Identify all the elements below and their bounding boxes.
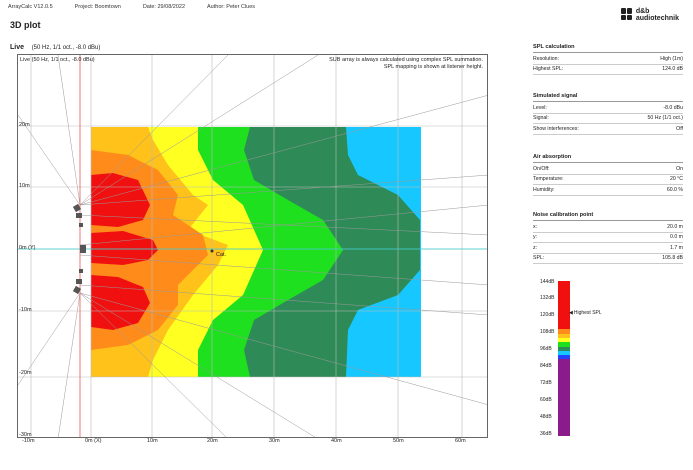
logo-line2: audiotechnik: [635, 15, 679, 22]
triangle-left-icon: ◀: [569, 310, 573, 316]
simulated-signal-title: Simulated signal: [533, 93, 683, 102]
row-label: y:: [533, 234, 538, 241]
scale-label-96: 96dB: [540, 346, 552, 352]
table-row: Resolution: High (1m): [533, 54, 683, 65]
air-absorption-title: Air absorption: [533, 154, 683, 163]
x-tick-60: 60m: [455, 438, 466, 444]
spl-color-map: [91, 127, 421, 377]
brand-logo: d&b audiotechnik: [620, 8, 679, 22]
y-tick-neg10: -10m: [19, 307, 32, 313]
row-value: 60.0 %: [666, 186, 683, 193]
x-tick-20: 20m: [207, 438, 218, 444]
cat-label: Cat.: [216, 252, 227, 258]
noise-calibration-title: Noise calibration point: [533, 212, 683, 221]
x-tick-30: 30m: [269, 438, 280, 444]
plot-name: Live: [10, 44, 25, 51]
scale-label-72: 72dB: [540, 380, 552, 386]
plot-note: SUB array is always calculated using com…: [329, 57, 483, 70]
row-label: Signal:: [533, 115, 549, 122]
table-row: Temperature: 20 °C: [533, 175, 683, 185]
app-version: ArrayCalc V12.0.5: [8, 4, 53, 10]
x-tick-50: 50m: [393, 438, 404, 444]
table-row: Level: -8.0 dBu: [533, 103, 683, 114]
x-tick-0: 0m (X): [85, 438, 102, 444]
plot-inner-label: Live (50 Hz, 1/1 oct., -8.0 dBu): [20, 57, 95, 63]
table-row: Humidity: 60.0 %: [533, 185, 683, 196]
report-header: ArrayCalc V12.0.5 Project: Boomtown Date…: [8, 4, 255, 16]
table-row: Show interferences: Off: [533, 124, 683, 135]
row-value: Off: [676, 125, 683, 132]
table-row: On/Off: On: [533, 164, 683, 175]
noise-calibration-point: [210, 249, 214, 253]
report-date: Date: 29/08/2022: [142, 4, 186, 10]
scale-label-48: 48dB: [540, 414, 552, 420]
row-label: Temperature:: [533, 176, 564, 183]
spl-calculation-panel: SPL calculation Resolution: High (1m) Hig…: [533, 44, 683, 75]
spl-plot[interactable]: Live (50 Hz, 1/1 oct., -8.0 dBu) SUB arr…: [17, 54, 488, 438]
plot-params: (50 Hz, 1/1 oct., -8.0 dBu): [31, 45, 101, 51]
scale-label-84: 84dB: [540, 363, 552, 369]
y-tick-10: 10m: [19, 183, 30, 189]
row-label: Resolution:: [533, 55, 559, 62]
x-tick-10: 10m: [147, 438, 158, 444]
x-tick-40: 40m: [331, 438, 342, 444]
plot-heading: Live (50 Hz, 1/1 oct., -8.0 dBu): [10, 44, 100, 51]
simulated-signal-panel: Simulated signal Level: -8.0 dBu Signal: 5…: [533, 93, 683, 135]
scale-label-108: 108dB: [540, 329, 555, 335]
spl-map-canvas: [18, 55, 487, 437]
scale-label-36: 36dB: [540, 431, 552, 437]
row-label: Highest SPL:: [533, 66, 564, 73]
logo-line1: d&b: [635, 8, 650, 15]
row-value: High (1m): [660, 55, 683, 62]
row-label: SPL:: [533, 255, 545, 262]
y-tick-neg20: -20m: [19, 370, 32, 376]
scale-label-60: 60dB: [540, 397, 552, 403]
table-row: Signal: 50 Hz (1/1 oct.): [533, 114, 683, 124]
row-value: 20.0 m: [667, 223, 683, 230]
row-label: On/Off:: [533, 165, 550, 172]
table-row: y: 0.0 m: [533, 233, 683, 243]
logo-icon: [620, 8, 633, 20]
scale-label-144: 144dB: [540, 279, 555, 285]
highest-spl-label: Highest SPL: [573, 310, 602, 316]
row-value: 124.0 dB: [662, 66, 683, 73]
row-value: 50 Hz (1/1 oct.): [647, 115, 683, 122]
row-label: Humidity:: [533, 186, 555, 193]
row-value: On: [676, 165, 683, 172]
row-label: Level:: [533, 104, 547, 111]
noise-calibration-panel: Noise calibration point x: 20.0 m y: 0.0 m…: [533, 212, 683, 264]
row-value: -8.0 dBu: [663, 104, 683, 111]
plot-note-line1: SUB array is always calculated using com…: [329, 57, 483, 63]
row-value: 0.0 m: [670, 234, 683, 241]
row-label: z:: [533, 244, 538, 251]
highest-spl-marker: ◀ Highest SPL: [569, 310, 602, 316]
y-tick-20: 20m: [19, 122, 30, 128]
row-label: x:: [533, 223, 538, 230]
row-value: 20 °C: [669, 176, 683, 183]
table-row: SPL: 105.8 dB: [533, 254, 683, 264]
table-row: z: 1.7 m: [533, 243, 683, 254]
x-tick-neg10: -10m: [22, 438, 35, 444]
row-value: 1.7 m: [670, 244, 683, 251]
spl-calculation-title: SPL calculation: [533, 44, 683, 53]
scale-label-132: 132dB: [540, 295, 555, 301]
scale-label-120: 120dB: [540, 312, 555, 318]
project-name: Project: Boomtown: [74, 4, 121, 10]
air-absorption-panel: Air absorption On/Off: On Temperature: 20 …: [533, 154, 683, 196]
row-value: 105.8 dB: [662, 255, 683, 262]
page-title: 3D plot: [10, 20, 41, 30]
author-name: Author: Peter Clues: [207, 4, 256, 10]
y-tick-0: 0m (Y): [19, 245, 36, 251]
table-row: x: 20.0 m: [533, 222, 683, 233]
row-label: Show interferences:: [533, 125, 579, 132]
table-row: Highest SPL: 124.0 dB: [533, 65, 683, 75]
plot-note-line2: SPL mapping is shown at listener height.: [383, 63, 483, 70]
spl-color-scale: [558, 281, 570, 436]
